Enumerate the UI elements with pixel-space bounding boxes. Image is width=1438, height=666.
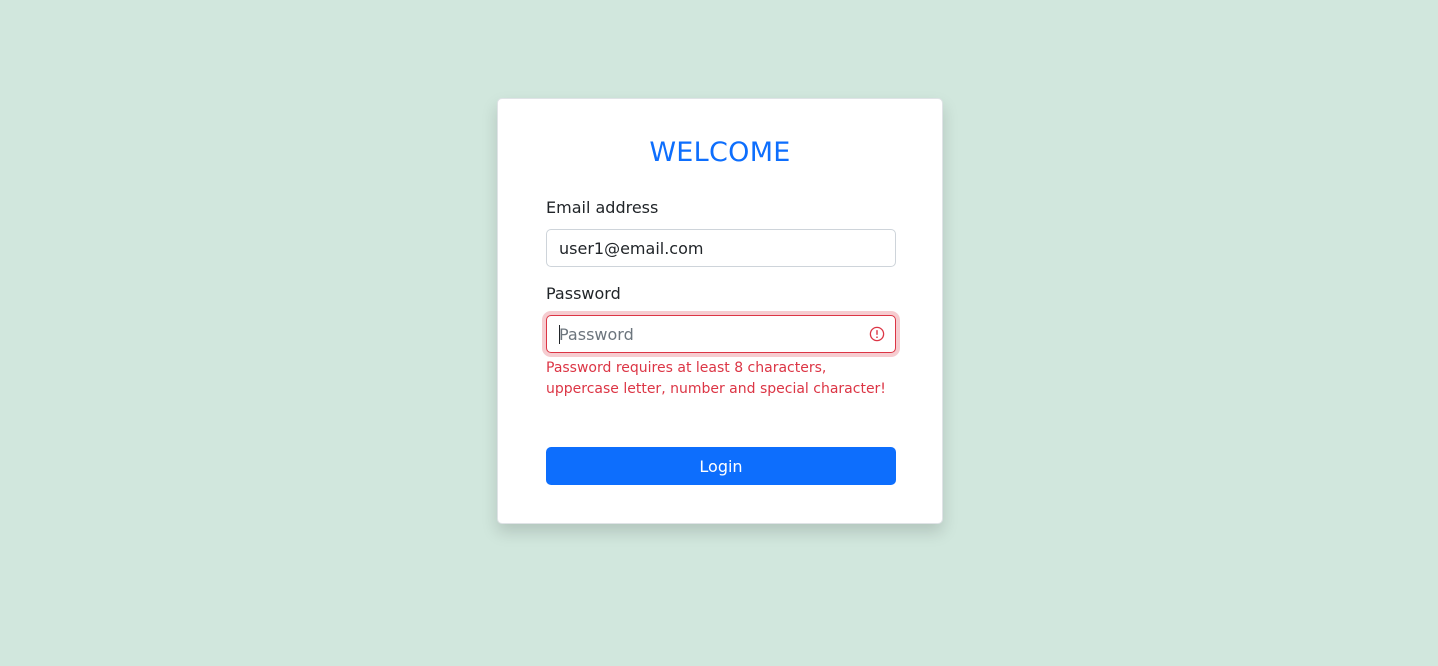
email-field-wrapper [546, 229, 896, 267]
page-title: WELCOME [649, 137, 791, 168]
password-field-wrapper [546, 315, 896, 353]
password-field[interactable] [547, 316, 895, 352]
text-caret [559, 325, 560, 344]
email-label: Email address [546, 198, 659, 217]
password-label: Password [546, 284, 621, 303]
email-field[interactable] [547, 230, 895, 266]
password-error-message: Password requires at least 8 characters,… [546, 360, 886, 397]
alert-circle-icon [869, 326, 885, 342]
login-button[interactable]: Login [546, 447, 896, 485]
login-card: WELCOME Email address Password Password … [497, 98, 943, 524]
